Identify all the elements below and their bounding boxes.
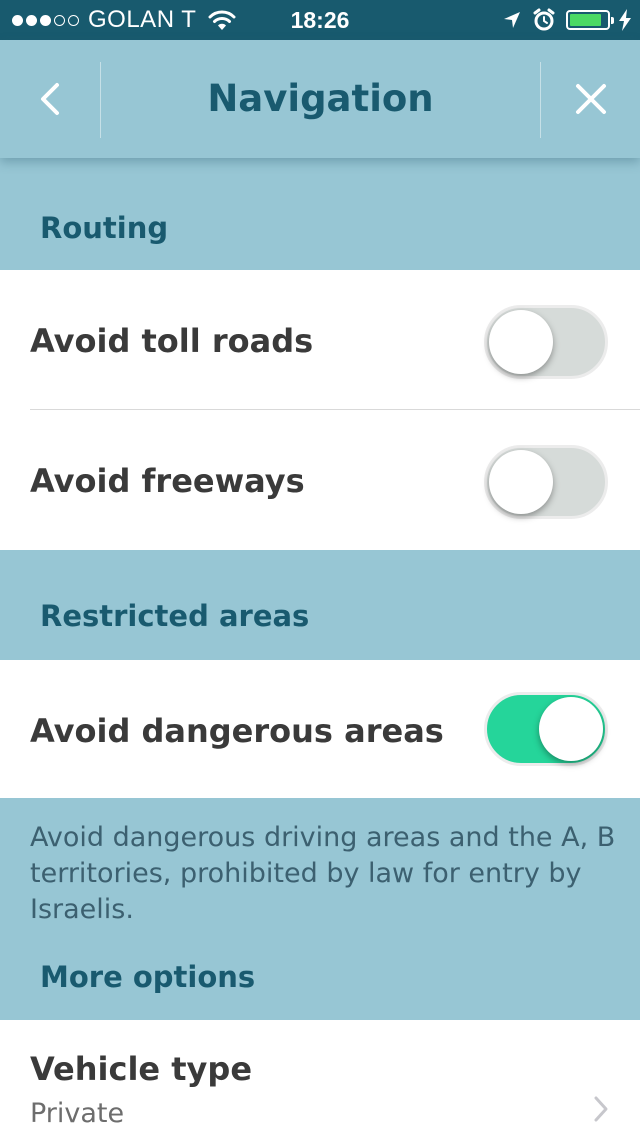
toggle-knob <box>489 450 553 514</box>
avoid-dangerous-areas-toggle[interactable] <box>484 692 608 766</box>
restricted-areas-description: Avoid dangerous driving areas and the A,… <box>30 822 616 925</box>
close-button[interactable] <box>541 40 640 158</box>
section-header-restricted-areas: Restricted areas <box>40 599 310 633</box>
status-right <box>502 7 632 33</box>
battery-icon <box>566 10 614 30</box>
vehicle-type-label: Vehicle type <box>30 1050 253 1088</box>
alarm-icon <box>533 8 555 31</box>
vehicle-type-row[interactable]: Vehicle type Private <box>0 1020 640 1136</box>
charging-bolt-icon <box>619 9 631 31</box>
chevron-right-icon <box>594 1096 608 1122</box>
avoid-freeways-label: Avoid freeways <box>30 462 305 500</box>
toggle-knob <box>539 697 603 761</box>
navigation-bar: Navigation <box>0 40 640 158</box>
vehicle-type-value: Private <box>30 1098 125 1129</box>
avoid-dangerous-areas-label: Avoid dangerous areas <box>30 712 444 750</box>
page-title: Navigation <box>207 77 434 120</box>
avoid-freeways-toggle[interactable] <box>484 445 608 519</box>
back-button[interactable] <box>0 40 100 158</box>
location-arrow-icon <box>504 12 520 28</box>
section-header-more-options: More options <box>40 960 256 994</box>
battery-fill <box>570 14 601 26</box>
routing-group: Avoid toll roads Avoid freeways <box>0 270 640 550</box>
restricted-group: Avoid dangerous areas <box>0 660 640 798</box>
battery-tip <box>611 17 614 24</box>
chevron-left-icon <box>41 83 59 115</box>
section-header-routing: Routing <box>40 211 169 245</box>
avoid-toll-roads-label: Avoid toll roads <box>30 322 314 360</box>
row-divider <box>30 409 640 410</box>
status-bar: GOLAN T 18:26 <box>0 0 640 40</box>
close-icon <box>575 84 606 114</box>
toggle-knob <box>489 310 553 374</box>
avoid-toll-roads-toggle[interactable] <box>484 305 608 379</box>
